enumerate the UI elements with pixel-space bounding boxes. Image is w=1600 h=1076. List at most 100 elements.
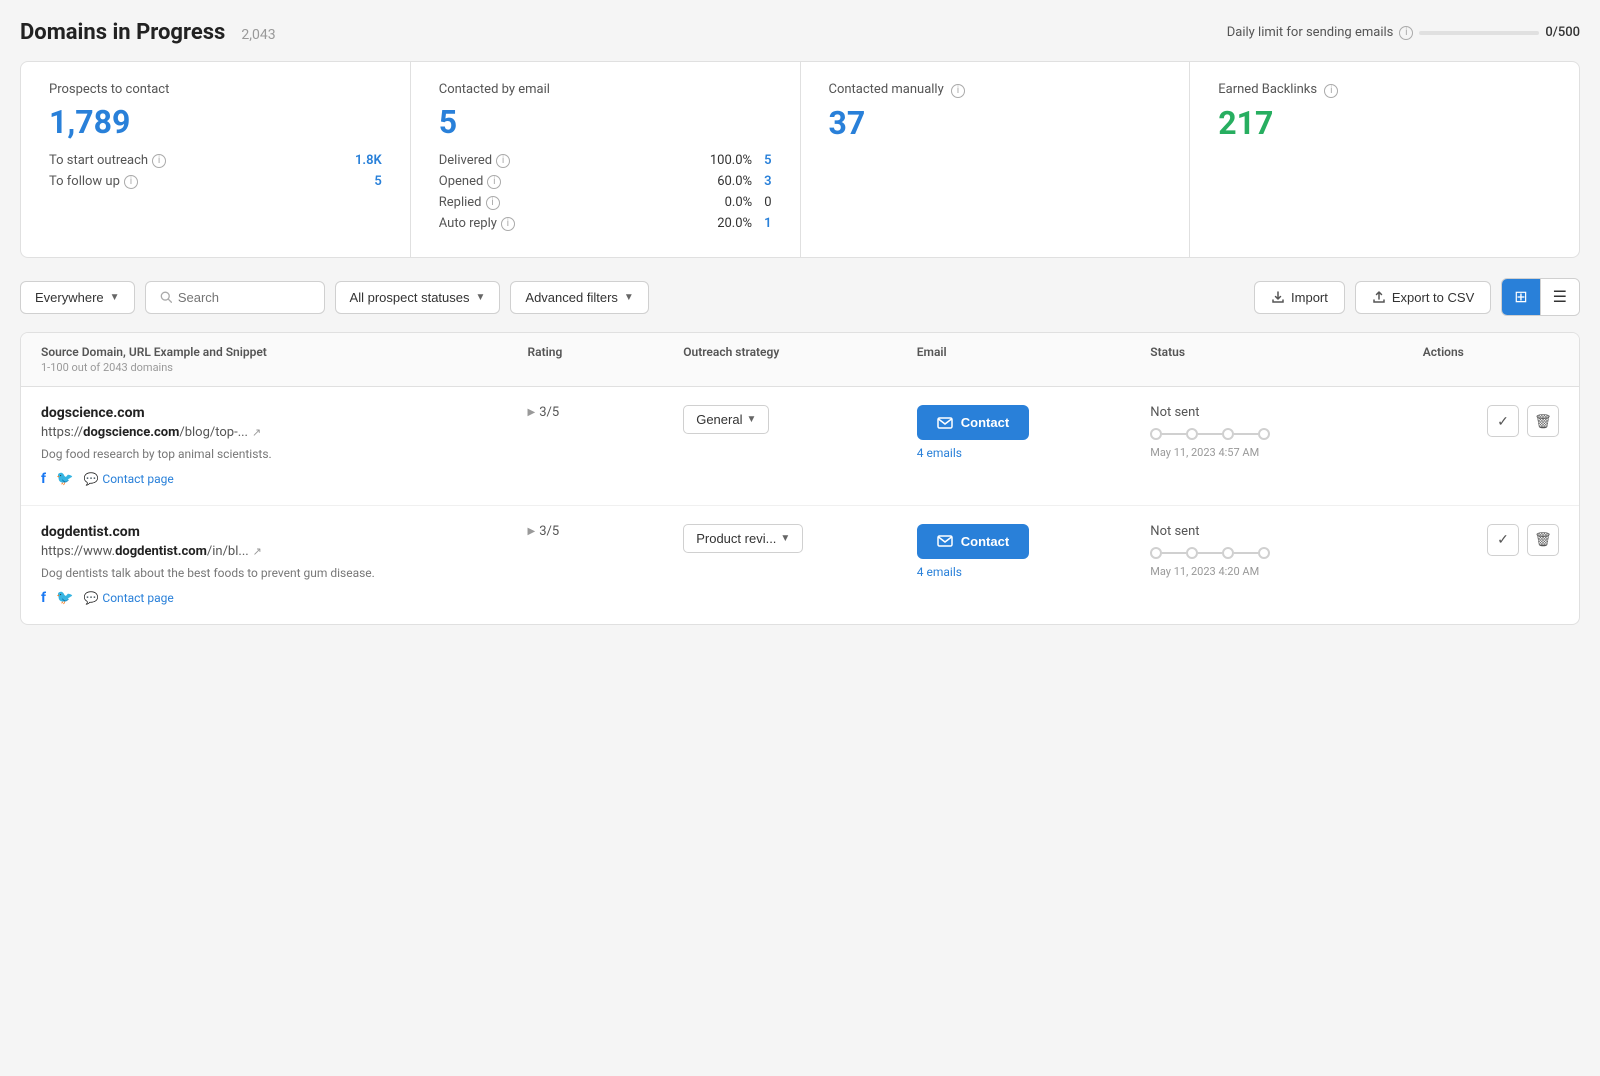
filters-bar: Everywhere ▼ All prospect statuses ▼ Adv… bbox=[20, 278, 1580, 316]
stat-manual-value: 37 bbox=[829, 104, 1162, 142]
row2-outreach-cell: Product revi... ▼ bbox=[683, 524, 917, 553]
row2-emails-count[interactable]: 4 emails bbox=[917, 565, 1151, 579]
list-view-button[interactable]: ☰ bbox=[1541, 279, 1579, 315]
row1-pipeline-line-2 bbox=[1198, 433, 1222, 435]
row1-email-cell: Contact 4 emails bbox=[917, 405, 1151, 460]
stat-outreach-label: To start outreach bbox=[49, 153, 148, 168]
row1-pipeline bbox=[1150, 428, 1422, 440]
daily-limit-info-icon[interactable]: i bbox=[1399, 26, 1413, 40]
export-button[interactable]: Export to CSV bbox=[1355, 281, 1491, 314]
page-title: Domains in Progress bbox=[20, 20, 225, 45]
row1-outreach-cell: General ▼ bbox=[683, 405, 917, 434]
stat-opened-info-icon[interactable]: i bbox=[487, 175, 501, 189]
row2-outreach-label: Product revi... bbox=[696, 531, 776, 546]
stat-row-outreach: To start outreach i 1.8K bbox=[49, 153, 382, 168]
row1-pipeline-dot-3 bbox=[1222, 428, 1234, 440]
search-wrap[interactable] bbox=[145, 281, 325, 314]
stat-delivered-info-icon[interactable]: i bbox=[496, 154, 510, 168]
stat-replied-info-icon[interactable]: i bbox=[486, 196, 500, 210]
import-button[interactable]: Import bbox=[1254, 281, 1345, 314]
row2-delete-button[interactable]: 🗑 bbox=[1527, 524, 1559, 556]
grid-view-button[interactable]: ⊞ bbox=[1502, 279, 1540, 315]
th-status: Status bbox=[1150, 345, 1422, 374]
stat-followup-label: To follow up bbox=[49, 174, 120, 189]
row2-contact-page-link[interactable]: 💬 Contact page bbox=[83, 591, 173, 605]
daily-limit-bar bbox=[1419, 31, 1539, 35]
row1-delete-button[interactable]: 🗑 bbox=[1527, 405, 1559, 437]
row1-contact-button[interactable]: Contact bbox=[917, 405, 1029, 440]
stat-autoreply-pct: 20.0% bbox=[717, 216, 752, 231]
row1-pipeline-line-1 bbox=[1162, 433, 1186, 435]
stat-followup-info-icon[interactable]: i bbox=[124, 175, 138, 189]
th-actions: Actions bbox=[1423, 345, 1559, 374]
stat-replied-count: 0 bbox=[764, 195, 771, 210]
row2-check-button[interactable]: ✓ bbox=[1487, 524, 1519, 556]
stat-row-replied: Replied i 0.0% 0 bbox=[439, 195, 772, 210]
export-label: Export to CSV bbox=[1392, 290, 1474, 305]
row1-social: f 🐦 💬 Contact page bbox=[41, 471, 528, 487]
daily-limit-label: Daily limit for sending emails bbox=[1227, 25, 1394, 40]
row1-status-cell: Not sent May 11, 2023 4:57 AM bbox=[1150, 405, 1422, 459]
stat-row-delivered: Delivered i 100.0% 5 bbox=[439, 153, 772, 168]
row2-rating-arrow-icon: ▶ bbox=[528, 526, 536, 537]
row2-email-cell: Contact 4 emails bbox=[917, 524, 1151, 579]
row1-outreach-button[interactable]: General ▼ bbox=[683, 405, 769, 434]
stat-replied-label: Replied bbox=[439, 195, 482, 210]
status-chevron-icon: ▼ bbox=[476, 292, 486, 303]
row1-ext-link-icon[interactable]: ↗ bbox=[252, 426, 261, 439]
row2-actions-cell: ✓ 🗑 bbox=[1423, 524, 1559, 556]
envelope-icon bbox=[937, 535, 953, 547]
row1-twitter-icon[interactable]: 🐦 bbox=[56, 471, 73, 487]
stat-autoreply-info-icon[interactable]: i bbox=[501, 217, 515, 231]
row2-social: f 🐦 💬 Contact page bbox=[41, 590, 528, 606]
table-row: dogscience.com https://dogscience.com/bl… bbox=[21, 387, 1579, 506]
daily-limit-value: 0/500 bbox=[1545, 25, 1580, 40]
row2-pipeline bbox=[1150, 547, 1422, 559]
row2-source-cell: dogdentist.com https://www.dogdentist.co… bbox=[41, 524, 528, 606]
row2-facebook-icon[interactable]: f bbox=[41, 590, 46, 606]
status-filter-label: All prospect statuses bbox=[350, 290, 470, 305]
stats-card: Prospects to contact 1,789 To start outr… bbox=[20, 61, 1580, 258]
table-row: dogdentist.com https://www.dogdentist.co… bbox=[21, 506, 1579, 624]
row1-contact-page-link[interactable]: 💬 Contact page bbox=[83, 472, 173, 486]
stat-backlinks-info-icon[interactable]: i bbox=[1324, 84, 1338, 98]
row1-domain: dogscience.com bbox=[41, 405, 528, 421]
row2-twitter-icon[interactable]: 🐦 bbox=[56, 590, 73, 606]
everywhere-filter[interactable]: Everywhere ▼ bbox=[20, 281, 135, 314]
row1-rating-arrow-icon: ▶ bbox=[528, 407, 536, 418]
daily-limit-section: Daily limit for sending emails i 0/500 bbox=[1227, 25, 1580, 40]
everywhere-label: Everywhere bbox=[35, 290, 104, 305]
stat-email-value: 5 bbox=[439, 103, 772, 141]
row1-source-cell: dogscience.com https://dogscience.com/bl… bbox=[41, 405, 528, 487]
row1-status-label: Not sent bbox=[1150, 405, 1422, 420]
row1-check-button[interactable]: ✓ bbox=[1487, 405, 1519, 437]
row2-ext-link-icon[interactable]: ↗ bbox=[253, 545, 262, 558]
row1-emails-count[interactable]: 4 emails bbox=[917, 446, 1151, 460]
advanced-filter[interactable]: Advanced filters ▼ bbox=[510, 281, 648, 314]
row1-facebook-icon[interactable]: f bbox=[41, 471, 46, 487]
stat-replied-pct: 0.0% bbox=[725, 195, 753, 210]
stat-delivered-count: 5 bbox=[764, 153, 771, 168]
stat-prospects-label: Prospects to contact bbox=[49, 82, 382, 97]
stat-opened-count: 3 bbox=[764, 174, 771, 189]
stat-manual: Contacted manually i 37 bbox=[801, 62, 1191, 257]
search-input[interactable] bbox=[178, 290, 310, 305]
stat-opened-label: Opened bbox=[439, 174, 484, 189]
row1-outreach-label: General bbox=[696, 412, 742, 427]
th-rating: Rating bbox=[528, 345, 684, 374]
stat-backlinks-label: Earned Backlinks i bbox=[1218, 82, 1551, 98]
status-filter[interactable]: All prospect statuses ▼ bbox=[335, 281, 501, 314]
row2-pipeline-dot-2 bbox=[1186, 547, 1198, 559]
stat-row-autoreply: Auto reply i 20.0% 1 bbox=[439, 216, 772, 231]
row2-outreach-chevron-icon: ▼ bbox=[780, 533, 790, 544]
th-email: Email bbox=[917, 345, 1151, 374]
stat-outreach-info-icon[interactable]: i bbox=[152, 154, 166, 168]
row1-url: https://dogscience.com/blog/top-... ↗ bbox=[41, 425, 528, 440]
stat-delivered-label: Delivered bbox=[439, 153, 492, 168]
th-source: Source Domain, URL Example and Snippet 1… bbox=[41, 345, 528, 374]
stat-email-label: Contacted by email bbox=[439, 82, 772, 97]
row2-contact-button[interactable]: Contact bbox=[917, 524, 1029, 559]
table-subtitle: 1-100 out of 2043 domains bbox=[41, 361, 528, 374]
stat-manual-info-icon[interactable]: i bbox=[951, 84, 965, 98]
row2-outreach-button[interactable]: Product revi... ▼ bbox=[683, 524, 803, 553]
